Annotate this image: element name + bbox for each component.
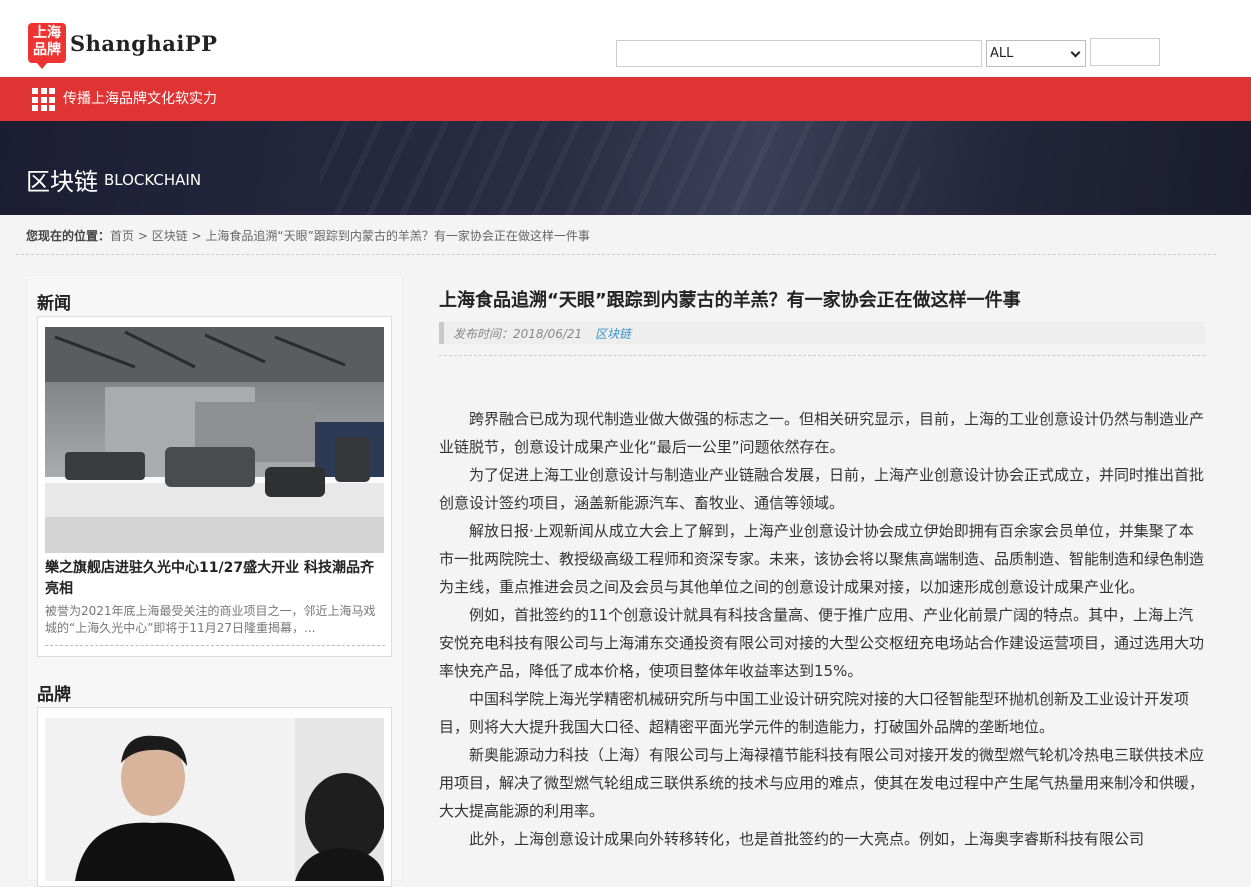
- breadcrumb-home[interactable]: 首页: [110, 229, 134, 243]
- article-category-link[interactable]: 区块链: [595, 325, 631, 342]
- grid-menu-icon[interactable]: [32, 88, 55, 111]
- article-paragraph: 新奥能源动力科技（上海）有限公司与上海禄禧节能科技有限公司对接开发的微型燃气轮机…: [439, 746, 1205, 820]
- article-title: 上海食品追溯“天眼”跟踪到内蒙古的羊羔？有一家协会正在做这样一件事: [439, 290, 1021, 311]
- brand-photo[interactable]: [45, 718, 384, 881]
- breadcrumb-separator: >: [187, 229, 206, 243]
- section-subtitle: BLOCKCHAIN: [104, 171, 202, 189]
- breadcrumb-label: 您现在的位置：: [26, 229, 111, 243]
- breadcrumb-category[interactable]: 区块链: [152, 229, 188, 243]
- search-scope-value: ALL: [990, 46, 1014, 61]
- search-button[interactable]: [1090, 38, 1160, 66]
- breadcrumb-separator: >: [134, 229, 152, 243]
- article-body: 跨界融合已成为现代制造业做大做强的标志之一。但相关研究显示，目前，上海的工业创意…: [439, 405, 1205, 853]
- site-slogan: 传播上海品牌文化软实力: [63, 91, 217, 107]
- article-paragraph: 例如，首批签约的11个创意设计就具有科技含量高、便于推广应用、产业化前景广阔的特…: [439, 606, 1205, 680]
- article-paragraph: 跨界融合已成为现代制造业做大做强的标志之一。但相关研究显示，目前，上海的工业创意…: [439, 410, 1205, 456]
- breadcrumb-current: 上海食品追溯“天眼”跟踪到内蒙古的羊羔？有一家协会正在做这样一件事: [205, 229, 590, 243]
- divider: [45, 645, 385, 646]
- news-photo[interactable]: [45, 327, 384, 553]
- news-heading: 新闻: [37, 294, 71, 314]
- section-banner: [0, 121, 1251, 215]
- article-paragraph: 中国科学院上海光学精密机械研究所与中国工业设计研究院对接的大口径智能型环抛机创新…: [439, 690, 1190, 736]
- article-paragraph: 为了促进上海工业创意设计与制造业产业链融合发展，日前，上海产业创意设计协会正式成…: [439, 466, 1205, 512]
- divider: [439, 355, 1205, 356]
- article-paragraph: 此外，上海创意设计成果向外转移转化，也是首批签约的一大亮点。例如，上海奥孛睿斯科…: [469, 830, 1145, 848]
- news-item-title[interactable]: 樂之旗舰店进驻久光中心11/27盛大开业 科技潮品齐亮相: [45, 558, 385, 600]
- search-input[interactable]: [616, 40, 982, 67]
- article-date: 发布时间：2018/06/21: [453, 327, 583, 341]
- logo-text[interactable]: ShanghaiPP: [70, 31, 217, 56]
- chevron-down-icon: [1070, 47, 1081, 58]
- search-scope-select[interactable]: ALL: [986, 40, 1086, 67]
- article-paragraph: 解放日报·上观新闻从成立大会上了解到，上海产业创意设计协会成立伊始即拥有百余家会…: [439, 522, 1205, 596]
- logo-badge-line1: 上海: [33, 25, 61, 41]
- section-title: 区块链: [26, 168, 98, 196]
- logo-badge-line2: 品牌: [33, 42, 61, 58]
- divider: [16, 254, 1216, 255]
- breadcrumb: 您现在的位置：首页 > 区块链 > 上海食品追溯“天眼”跟踪到内蒙古的羊羔？有一…: [26, 227, 590, 244]
- logo-badge[interactable]: 上海 品牌: [28, 23, 66, 69]
- news-item-desc: 被誉为2021年底上海最受关注的商业项目之一，邻近上海马戏城的“上海久光中心”即…: [45, 604, 376, 635]
- brand-heading: 品牌: [37, 685, 71, 705]
